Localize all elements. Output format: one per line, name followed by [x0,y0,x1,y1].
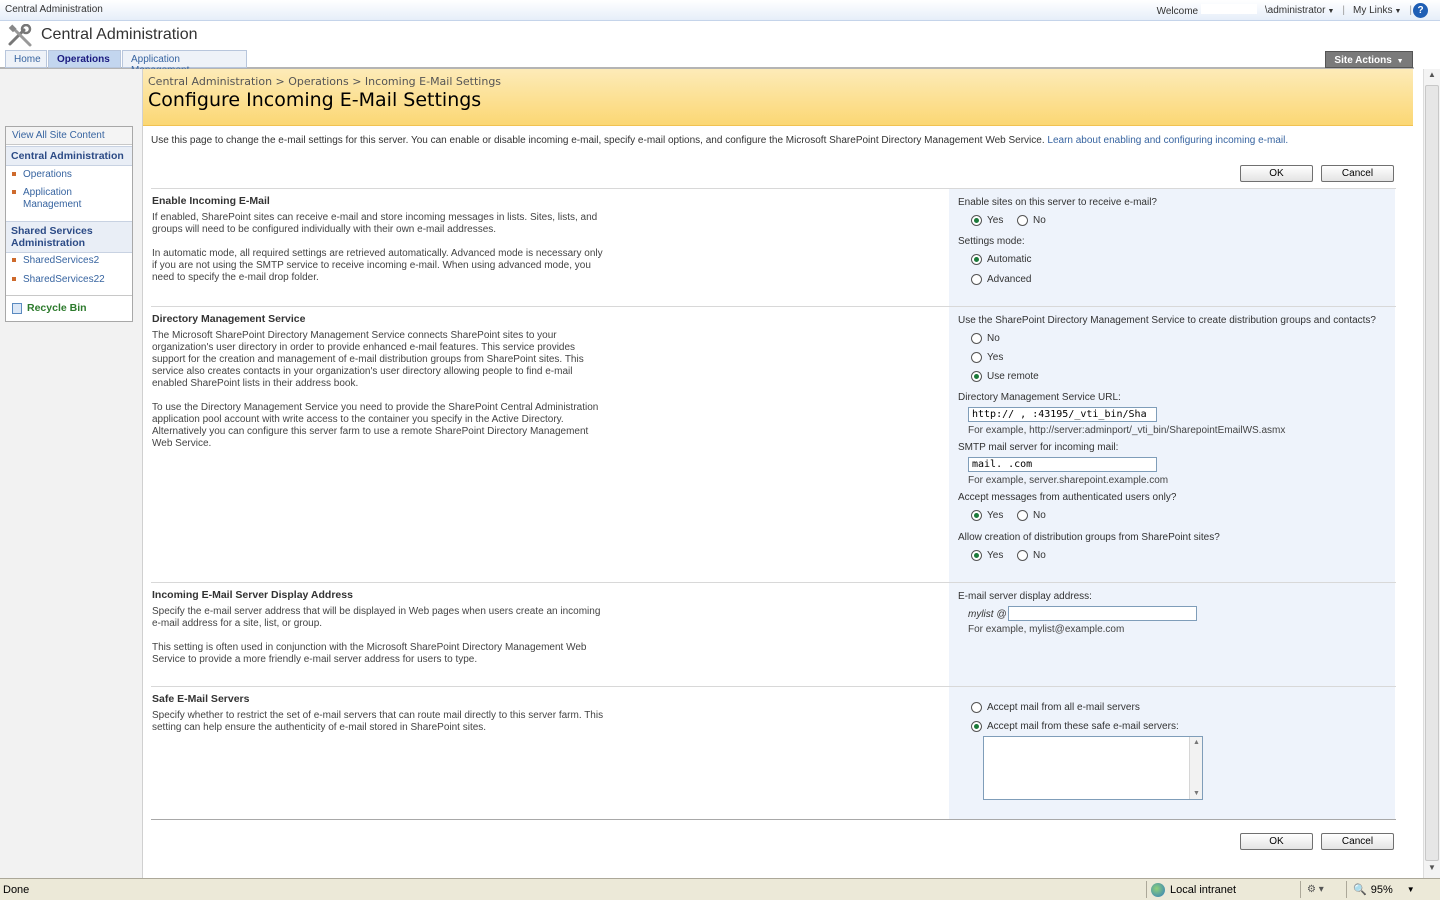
top-bar: Central Administration Welcome \administ… [0,0,1440,21]
section-controls: Accept mail from all e-mail servers Acce… [949,687,1395,819]
divider [6,295,132,296]
ok-button-top[interactable]: OK [1240,165,1313,182]
nav-item-application-management[interactable]: Application Management [12,187,93,211]
section-directory-management: Directory Management Service The Microso… [151,306,1396,582]
nav-heading-shared-services[interactable]: Shared Services Administration [6,221,132,253]
section-controls: Enable sites on this server to receive e… [949,189,1395,306]
quick-launch: View All Site Content Central Administra… [5,126,133,322]
enable-email-yes-radio[interactable]: Yes [971,215,1003,226]
smtp-server-input[interactable]: mail. .com [968,457,1157,472]
nav-heading-central-administration[interactable]: Central Administration [6,146,132,166]
nav-item-sharedservices22[interactable]: SharedServices22 [12,274,105,286]
help-icon[interactable]: ? [1413,3,1428,18]
cancel-button-top[interactable]: Cancel [1321,165,1394,182]
auth-only-yes-radio[interactable]: Yes [971,510,1003,521]
safe-servers-textarea[interactable]: ▲ ▼ [983,736,1203,800]
chevron-down-icon: ▼ [1396,58,1404,65]
my-links-menu[interactable]: My Links ▼ [1353,5,1401,16]
chevron-down-icon: ▾ [1318,884,1324,895]
site-name[interactable]: Central Administration [5,4,103,15]
chevron-down-icon: ▼ [1394,8,1402,15]
section-title: Enable Incoming E-Mail [152,195,270,207]
enable-email-no-radio[interactable]: No [1017,215,1046,226]
protected-mode-indicator[interactable]: ⚙ ▾ [1300,881,1344,898]
scroll-up-icon[interactable]: ▲ [1426,70,1438,84]
display-address-input[interactable] [1008,606,1197,621]
accept-all-servers-radio[interactable]: Accept mail from all e-mail servers [971,702,1140,713]
dms-yes-radio[interactable]: Yes [971,352,1003,363]
bullet-icon [12,172,16,177]
nav-item-sharedservices2[interactable]: SharedServices2 [12,255,99,267]
section-description: Incoming E-Mail Server Display Address S… [152,589,607,678]
page-title-area: Central Administration > Operations > In… [143,69,1413,126]
status-text: Done [3,884,30,896]
section-description: Directory Management Service The Microso… [152,313,607,462]
section-display-address: Incoming E-Mail Server Display Address S… [151,582,1396,686]
section-title: Safe E-Mail Servers [152,693,250,705]
cancel-button-bottom[interactable]: Cancel [1321,833,1394,850]
site-header: Central Administration [0,21,1440,50]
section-controls: E-mail server display address: mylist @ … [949,583,1395,686]
top-links: Welcome \administrator ▼ | My Links ▼ | [1157,4,1412,17]
welcome-text: Welcome [1157,4,1257,17]
textarea-scrollbar[interactable]: ▲ ▼ [1189,737,1202,799]
page-scrollbar[interactable]: ▲ ▼ [1423,69,1440,878]
zoom-control[interactable]: 🔍 95% ▼ [1346,881,1426,898]
separator: | [1409,5,1412,16]
settings-mode-automatic-radio[interactable]: Automatic [971,254,1031,265]
auth-only-no-radio[interactable]: No [1017,510,1046,521]
section-title: Directory Management Service [152,313,306,325]
learn-more-link[interactable]: Learn about enabling and configuring inc… [1047,135,1288,146]
ok-button-bottom[interactable]: OK [1240,833,1313,850]
section-safe-email-servers: Safe E-Mail Servers Specify whether to r… [151,686,1396,819]
site-title[interactable]: Central Administration [41,26,198,44]
page-title: Configure Incoming E-Mail Settings [148,89,482,111]
globe-icon [1151,882,1165,897]
site-actions-menu[interactable]: Site Actions ▼ [1325,51,1413,68]
page-description: Use this page to change the e-mail setti… [151,135,1289,146]
section-description: Safe E-Mail Servers Specify whether to r… [152,693,607,746]
security-zone[interactable]: Local intranet [1146,881,1296,898]
allow-groups-yes-radio[interactable]: Yes [971,550,1003,561]
user-menu[interactable]: \administrator ▼ [1265,5,1335,16]
tab-home[interactable]: Home [5,50,47,68]
recycle-bin-icon [12,302,22,314]
separator: | [1342,5,1345,16]
scroll-down-icon[interactable]: ▼ [1426,863,1438,877]
magnifier-icon: 🔍 [1353,884,1367,896]
bullet-icon [12,258,16,263]
top-nav-tabs: Home Operations Application Management [0,50,1414,76]
bullet-icon [12,277,16,282]
mylist-prefix: mylist @ [968,609,1007,620]
tab-operations[interactable]: Operations [48,50,121,68]
nav-item-operations[interactable]: Operations [12,169,72,181]
browser-status-bar: Done Local intranet ⚙ ▾ 🔍 95% ▼ [0,878,1440,900]
shield-icon: ⚙ [1307,884,1316,895]
section-description: Enable Incoming E-Mail If enabled, Share… [152,195,607,296]
accept-safe-servers-radio[interactable]: Accept mail from these safe e-mail serve… [971,721,1179,732]
view-all-site-content-link[interactable]: View All Site Content [6,127,132,145]
dms-url-input[interactable]: http:// , :43195/_vti_bin/Sha [968,407,1157,422]
allow-groups-no-radio[interactable]: No [1017,550,1046,561]
section-controls: Use the SharePoint Directory Management … [949,307,1395,582]
chevron-down-icon: ▼ [1406,885,1415,894]
breadcrumb[interactable]: Central Administration > Operations > In… [148,75,501,88]
scroll-up-icon[interactable]: ▲ [1193,739,1200,746]
scrollbar-thumb[interactable] [1425,85,1439,861]
tab-application-management[interactable]: Application Management [122,50,247,76]
tools-icon [8,24,32,47]
masked-username [1200,4,1257,14]
chevron-down-icon: ▼ [1327,8,1335,15]
section-title: Incoming E-Mail Server Display Address [152,589,353,601]
recycle-bin-link[interactable]: Recycle Bin [12,302,87,314]
bullet-icon [12,190,16,195]
divider [151,819,1396,820]
settings-mode-advanced-radio[interactable]: Advanced [971,274,1031,285]
dms-use-remote-radio[interactable]: Use remote [971,371,1039,382]
section-enable-incoming-email: Enable Incoming E-Mail If enabled, Share… [151,188,1396,306]
scroll-down-icon[interactable]: ▼ [1193,790,1200,797]
dms-no-radio[interactable]: No [971,333,1000,344]
